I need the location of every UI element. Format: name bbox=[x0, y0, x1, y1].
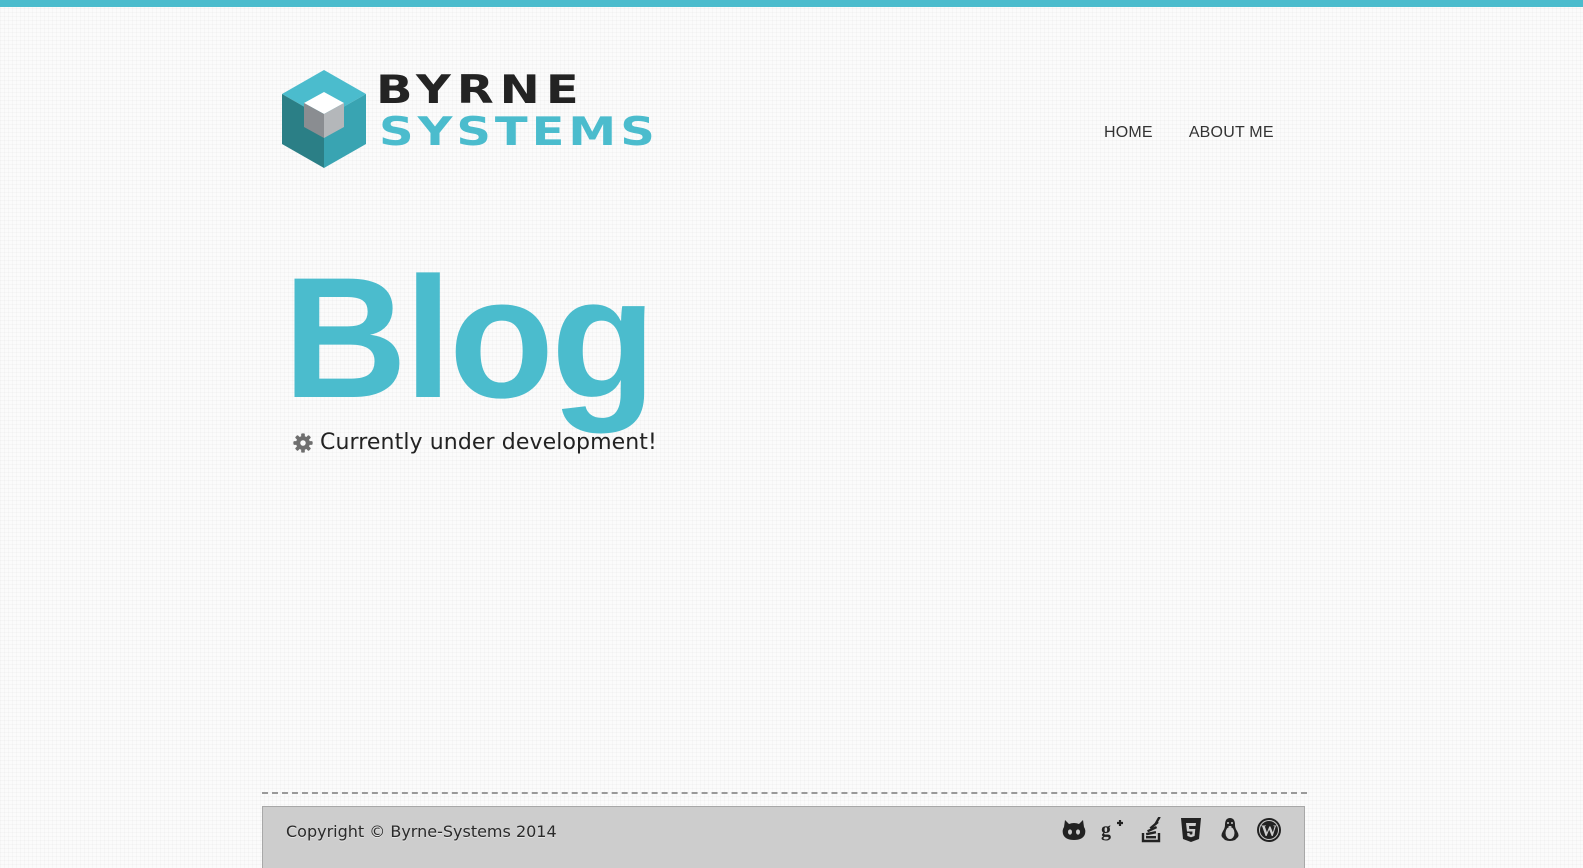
site-logo[interactable]: BYRNE SYSTEMS bbox=[280, 68, 750, 172]
brand-name-line-1: BYRNE bbox=[376, 66, 585, 113]
google-plus-icon[interactable]: g bbox=[1100, 817, 1126, 843]
top-accent-bar bbox=[0, 0, 1583, 7]
social-links: g W bbox=[1061, 817, 1282, 843]
github-icon[interactable] bbox=[1061, 817, 1087, 843]
copyright-text: Copyright © Byrne-Systems 2014 bbox=[286, 822, 557, 841]
site-footer: Copyright © Byrne-Systems 2014 g W bbox=[262, 806, 1305, 868]
stack-overflow-icon[interactable] bbox=[1139, 817, 1165, 843]
main-nav: HOME ABOUT ME bbox=[1104, 124, 1274, 142]
nav-about-me-link[interactable]: ABOUT ME bbox=[1189, 124, 1274, 142]
page-title: Blog bbox=[283, 242, 656, 434]
nav-home-link[interactable]: HOME bbox=[1104, 124, 1153, 142]
cube-logo-icon bbox=[282, 70, 366, 168]
svg-text:W: W bbox=[1261, 823, 1277, 840]
development-status: Currently under development! bbox=[292, 430, 657, 455]
wordpress-icon[interactable]: W bbox=[1256, 817, 1282, 843]
brand-name-line-2: SYSTEMS bbox=[379, 108, 659, 155]
gear-icon bbox=[293, 432, 313, 453]
status-text: Currently under development! bbox=[320, 430, 657, 455]
svg-text:g: g bbox=[1101, 819, 1111, 841]
linux-icon[interactable] bbox=[1217, 817, 1243, 843]
footer-divider bbox=[262, 792, 1307, 794]
html5-icon[interactable] bbox=[1178, 817, 1204, 843]
